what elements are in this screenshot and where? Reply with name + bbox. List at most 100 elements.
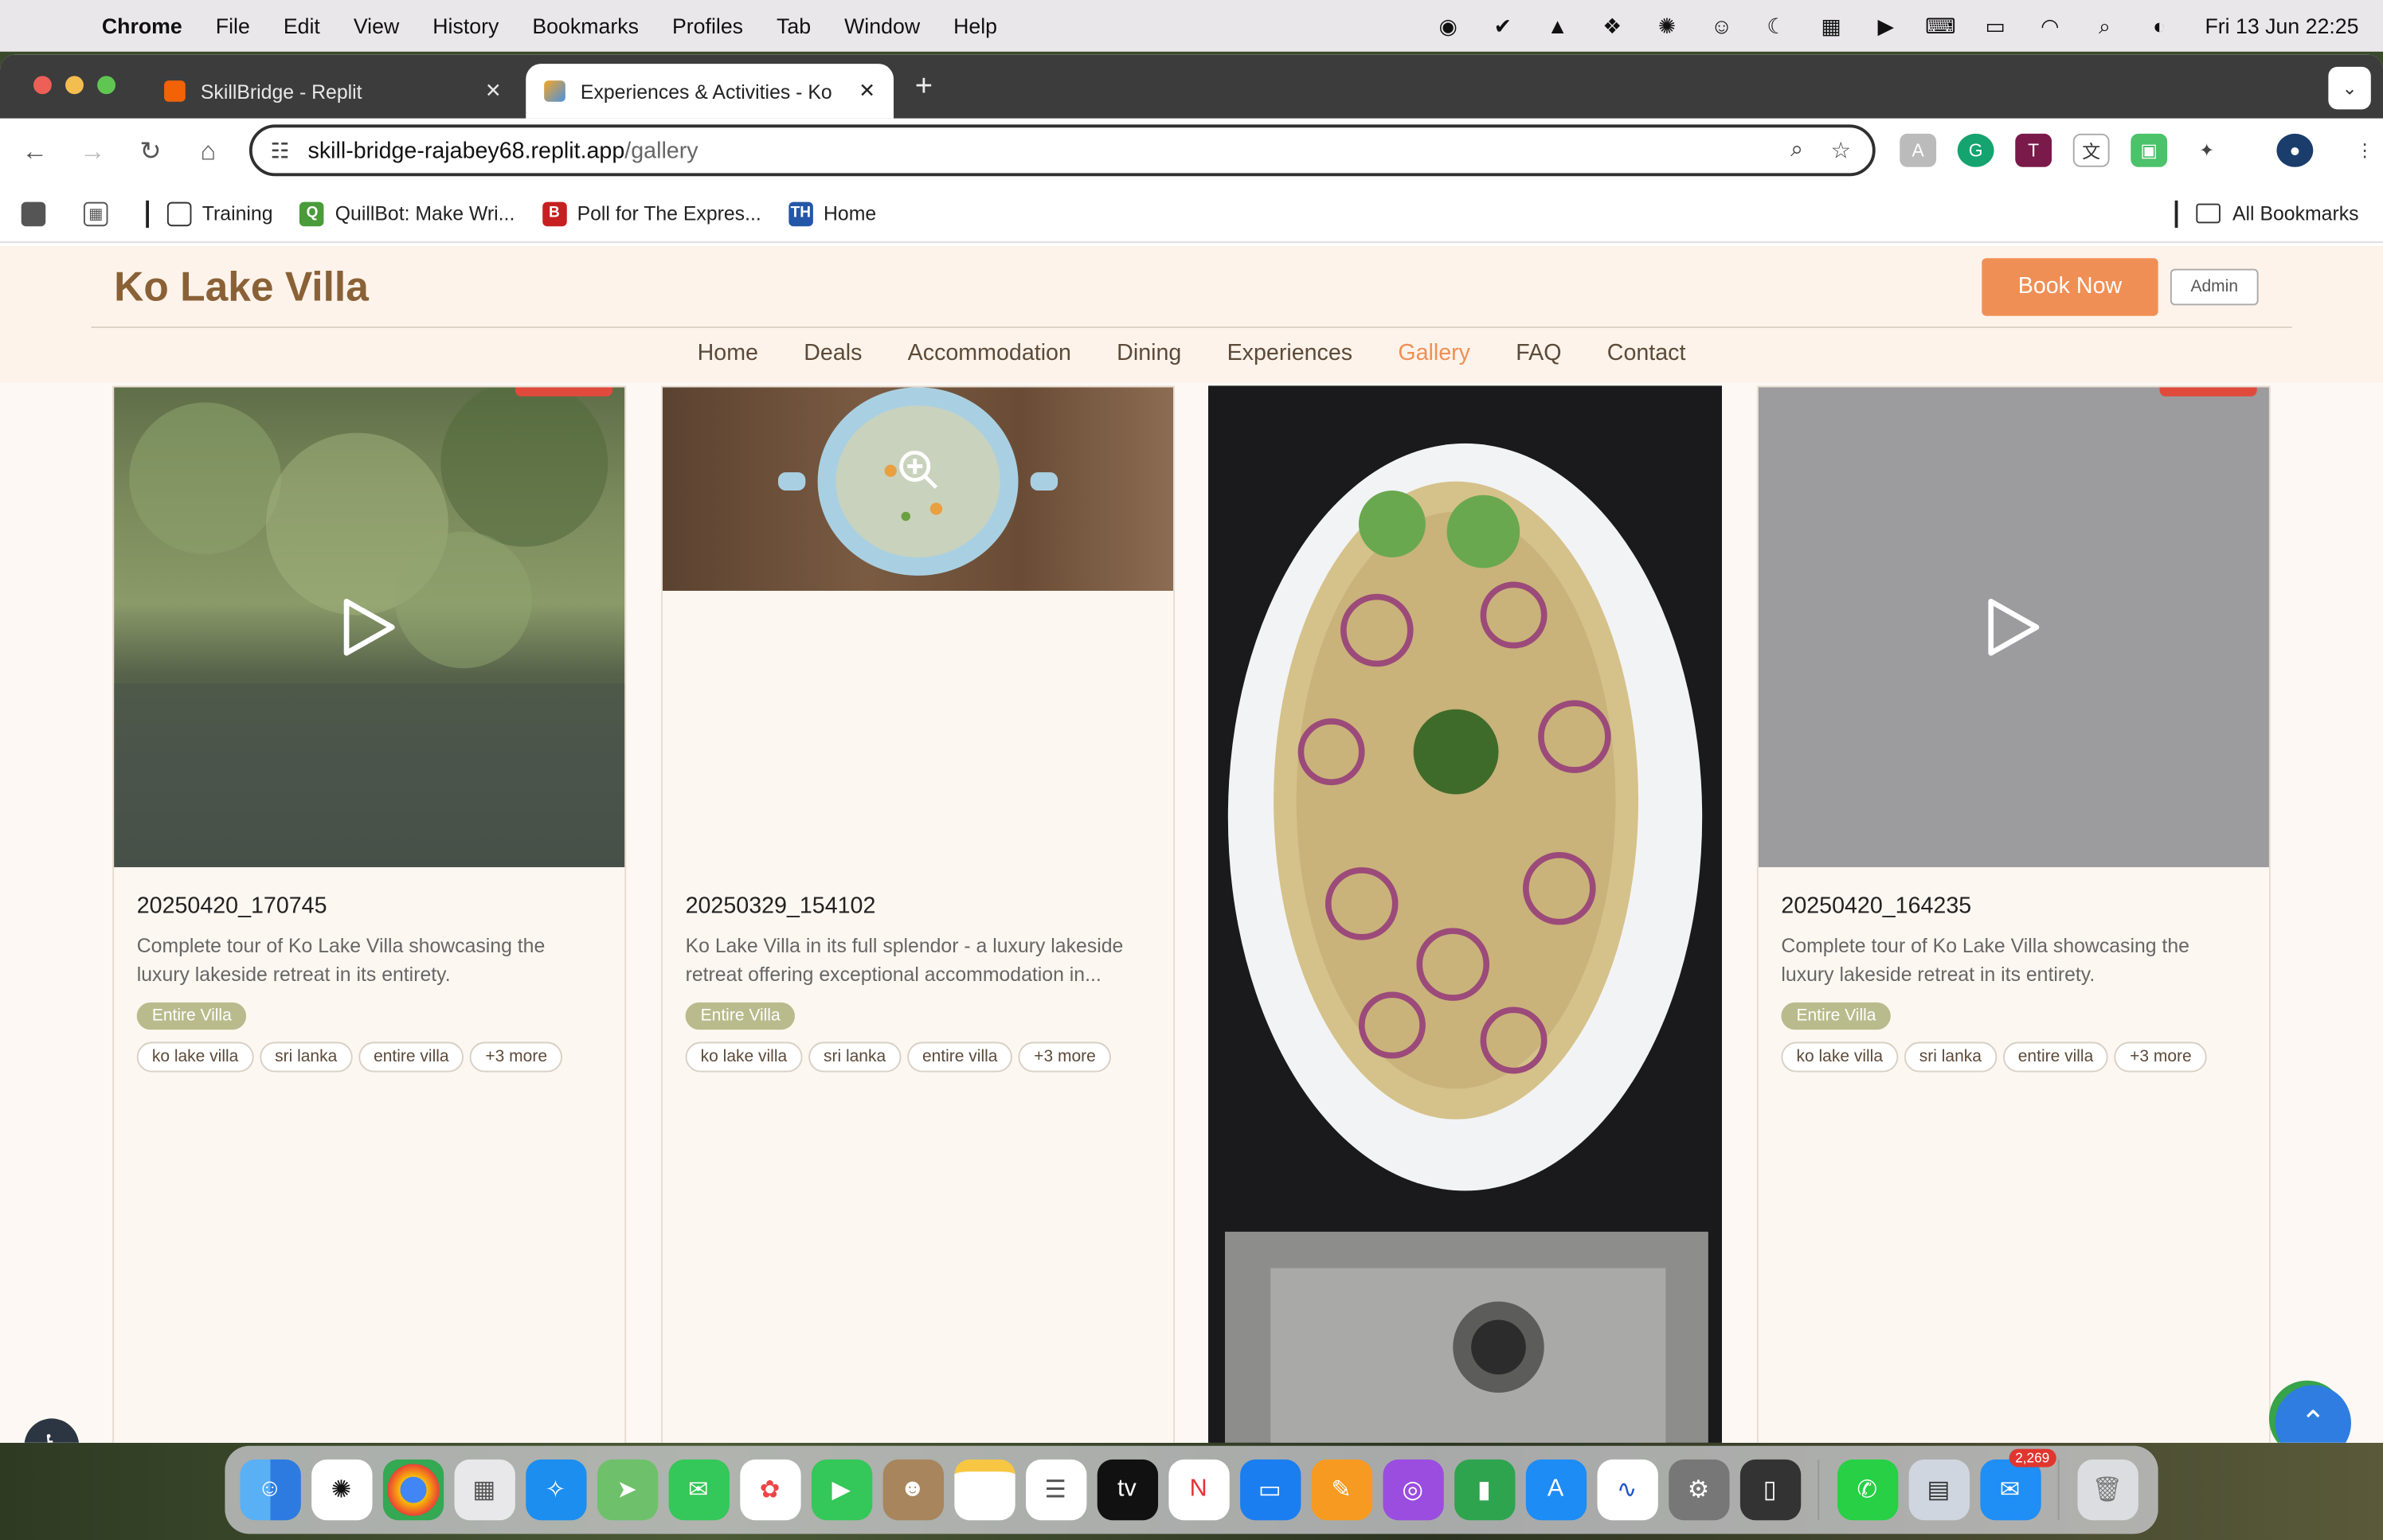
facetime-icon[interactable]: ▶ (811, 1459, 872, 1521)
all-bookmarks[interactable]: All Bookmarks (2174, 199, 2359, 228)
launchpad-icon[interactable]: ▦ (453, 1459, 515, 1521)
extension-t-icon[interactable]: T (2015, 133, 2052, 167)
control-center-icon[interactable]: ◐ (2132, 14, 2187, 38)
notes-icon[interactable] (953, 1459, 1015, 1521)
gallery-card[interactable] (1208, 385, 1722, 1443)
tag[interactable]: sri lanka (808, 1042, 902, 1073)
bookmark-quillbot[interactable]: Q QuillBot: Make Wri... (299, 201, 515, 226)
back-icon[interactable]: ← (6, 137, 65, 167)
system-settings-icon[interactable]: ⚙ (1668, 1459, 1729, 1521)
battery-icon[interactable]: ▭ (1968, 13, 2023, 38)
pages-icon[interactable]: ✎ (1310, 1459, 1372, 1521)
trash-icon[interactable]: 🗑 (2076, 1459, 2138, 1521)
zoom-in-icon[interactable] (897, 448, 939, 491)
tag[interactable]: ko lake villa (136, 1042, 254, 1073)
close-window-icon[interactable] (33, 76, 52, 95)
scroll-to-top-chevron-up-icon[interactable]: ⌃ (2275, 1385, 2351, 1443)
moon-icon[interactable]: ☾ (1749, 13, 1804, 38)
podcasts-icon[interactable]: ◎ (1382, 1459, 1443, 1521)
news-icon[interactable]: N (1168, 1459, 1229, 1521)
tag[interactable]: entire villa (2002, 1042, 2109, 1073)
memory-status-icon[interactable]: ▦ (1804, 13, 1859, 38)
iphone-mirroring-icon[interactable]: ▯ (1739, 1459, 1801, 1521)
gallery-card[interactable]: 20250420_170745 Complete tour of Ko Lake… (112, 385, 627, 1443)
gallery-card[interactable]: 20250420_164235 Complete tour of Ko Lake… (1756, 385, 2271, 1443)
chrome-icon[interactable] (382, 1459, 444, 1521)
chatgpt-icon[interactable]: ✺ (311, 1459, 372, 1521)
nav-contact[interactable]: Contact (1584, 340, 1708, 365)
dropbox-status-icon[interactable]: ❖ (1585, 13, 1640, 38)
kebab-menu-icon[interactable]: ⋮ (2346, 133, 2383, 167)
tag[interactable]: sri lanka (1904, 1042, 1998, 1073)
search-icon[interactable]: ⌕ (2077, 13, 2132, 38)
menu-app-name[interactable]: Chrome (85, 14, 199, 38)
site-logo[interactable]: Ko Lake Villa (114, 264, 369, 311)
image-thumbnail[interactable] (1209, 387, 1721, 1443)
numbers-icon[interactable]: ▮ (1454, 1459, 1515, 1521)
tab-experiences[interactable]: Experiences & Activities - Ko ✕ (526, 64, 894, 119)
tag[interactable]: entire villa (906, 1042, 1013, 1073)
menu-bookmarks[interactable]: Bookmarks (515, 14, 655, 38)
tab-search-chevron-icon[interactable]: ⌄ (2328, 66, 2371, 110)
extension-green-icon[interactable]: ▣ (2131, 133, 2168, 167)
more-tags[interactable]: +3 more (470, 1042, 563, 1073)
tag[interactable]: ko lake villa (1781, 1042, 1899, 1073)
minimize-window-icon[interactable] (65, 76, 84, 95)
freeform-icon[interactable]: ∿ (1596, 1459, 1657, 1521)
bookmark-home[interactable]: TH Home (788, 201, 876, 226)
apple-tv-icon[interactable]: tv (1096, 1459, 1158, 1521)
grid-icon[interactable]: ▦ (83, 201, 119, 226)
mail-icon[interactable]: ✉ 2,269 (1979, 1448, 2056, 1521)
bookmark-star-icon[interactable]: ☆ (1831, 137, 1852, 164)
nav-faq[interactable]: FAQ (1493, 340, 1585, 365)
bookmark-training[interactable]: Training (166, 201, 272, 226)
contacts-icon[interactable]: ☻ (882, 1459, 944, 1521)
more-tags[interactable]: +3 more (1019, 1042, 1111, 1073)
book-now-button[interactable]: Book Now (1982, 258, 2158, 316)
home-icon[interactable]: ⌂ (179, 137, 237, 167)
site-info-icon[interactable]: ☷ (271, 138, 290, 163)
preview-icon[interactable]: ▤ (1908, 1459, 1970, 1521)
menu-profiles[interactable]: Profiles (655, 14, 760, 38)
menu-view[interactable]: View (337, 14, 416, 38)
nav-gallery[interactable]: Gallery (1375, 340, 1493, 365)
reminders-icon[interactable]: ☰ (1025, 1459, 1086, 1521)
copilot-status-icon[interactable]: ☺ (1694, 14, 1749, 38)
address-bar[interactable]: ☷ skill-bridge-rajabey68.replit.app/gall… (248, 124, 1876, 177)
nav-home[interactable]: Home (675, 340, 781, 365)
admin-button[interactable]: Admin (2170, 268, 2259, 306)
wifi-icon[interactable]: ◠ (2022, 13, 2077, 38)
play-icon[interactable] (340, 597, 398, 658)
video-thumbnail[interactable] (1758, 387, 2269, 868)
tab-skillbridge[interactable]: SkillBridge - Replit ✕ (146, 64, 519, 119)
zoom-icon[interactable]: ⌕ (1790, 137, 1803, 164)
keyboard-status-icon[interactable]: ⌨ (1913, 13, 1968, 38)
accessibility-icon[interactable]: ♿ (24, 1418, 80, 1443)
nav-accommodation[interactable]: Accommodation (885, 340, 1094, 365)
grammarly-extension-icon[interactable]: G (1957, 133, 1994, 167)
close-tab-icon[interactable]: ✕ (485, 79, 502, 104)
checkmark-status-icon[interactable]: ✔ (1476, 13, 1531, 38)
image-thumbnail[interactable] (662, 387, 1174, 591)
extensions-puzzle-icon[interactable]: ✦ (2188, 133, 2225, 167)
zoom-window-icon[interactable] (97, 76, 116, 95)
menu-help[interactable]: Help (937, 14, 1014, 38)
forward-icon[interactable]: → (64, 137, 122, 167)
finder-icon[interactable]: ☺ (239, 1459, 300, 1521)
tag[interactable]: entire villa (358, 1042, 464, 1073)
extension-a-icon[interactable]: A (1900, 133, 1937, 167)
photos-icon[interactable]: ✿ (739, 1459, 800, 1521)
menu-edit[interactable]: Edit (267, 14, 337, 38)
clock[interactable]: Fri 13 Jun 22:25 (2187, 14, 2358, 38)
safari-icon[interactable]: ✧ (525, 1459, 586, 1521)
close-tab-icon[interactable]: ✕ (859, 79, 875, 104)
grammarly-status-icon[interactable]: ◉ (1421, 13, 1476, 38)
app-store-icon[interactable]: A (1524, 1459, 1587, 1521)
more-tags[interactable]: +3 more (2114, 1042, 2207, 1073)
gallery-card[interactable]: 20250329_154102 Ko Lake Villa in its ful… (661, 385, 1176, 1443)
whatsapp-icon[interactable]: ✆ (1837, 1459, 1898, 1521)
nav-deals[interactable]: Deals (781, 340, 885, 365)
play-icon[interactable] (1985, 597, 2043, 658)
bookmark-poll[interactable]: B Poll for The Expres... (542, 201, 761, 226)
menu-file[interactable]: File (199, 14, 267, 38)
